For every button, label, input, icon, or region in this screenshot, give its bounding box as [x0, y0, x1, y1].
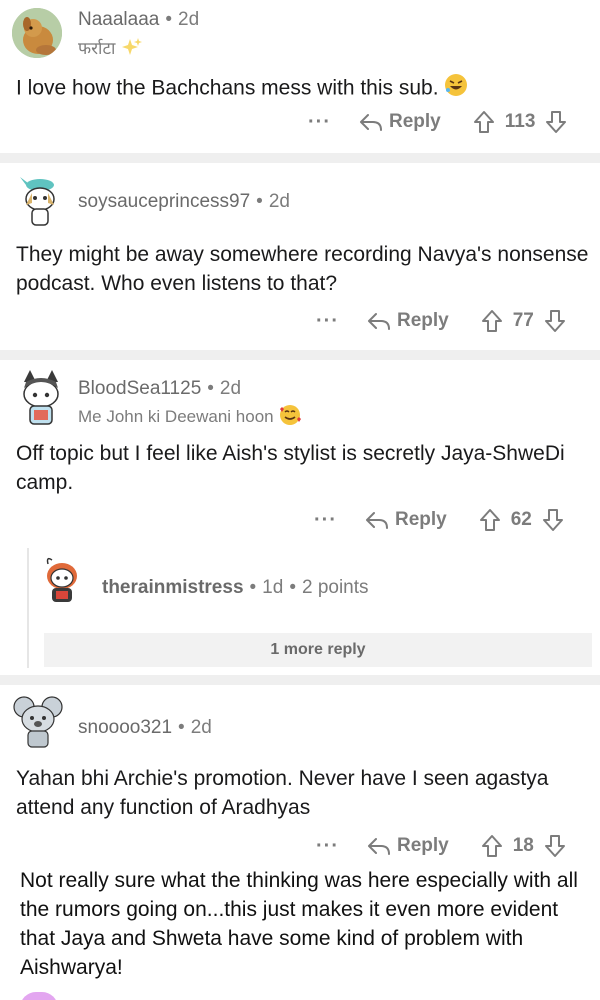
avatar[interactable] [38, 554, 86, 606]
reply-label: Reply [394, 509, 447, 530]
more-options-button[interactable]: ··· [316, 836, 339, 856]
upvote-icon[interactable] [479, 508, 501, 532]
more-replies-button[interactable]: 1 more reply [44, 633, 592, 667]
comment-body: They might be away somewhere recording N… [16, 240, 591, 298]
user-flair: Me John ki Deewani hoon [78, 403, 302, 432]
upvote-icon[interactable] [481, 834, 503, 858]
reply-button[interactable]: Reply [359, 111, 441, 133]
downvote-icon[interactable] [542, 508, 564, 532]
comment-meta: soysauceprincess97 • 2d [78, 191, 290, 213]
vote-count: 77 [512, 310, 534, 331]
vote-controls: 113 [473, 110, 568, 134]
more-options-button[interactable]: ··· [314, 510, 337, 530]
more-replies-label: 1 more reply [270, 641, 366, 658]
username[interactable]: Naaalaaa [78, 9, 159, 30]
rofl-emoji-icon [444, 73, 468, 105]
dot-separator: • [249, 577, 257, 598]
dot-separator: • [256, 191, 263, 212]
dot-separator: • [207, 378, 214, 399]
reply-label: Reply [396, 835, 449, 856]
vote-controls: 18 [481, 834, 566, 858]
comment-meta: snoooo321 • 2d [78, 717, 212, 739]
snoo-avatar-icon [20, 177, 55, 226]
comment-age: 1d [262, 577, 284, 598]
dot-separator: • [178, 717, 185, 738]
upvote-icon[interactable] [481, 309, 503, 333]
comment-text: I love how the Bachchans mess with this … [16, 76, 439, 100]
comment-body: Yahan bhi Archie's promotion. Never have… [16, 764, 591, 822]
username[interactable]: BloodSea1125 [78, 378, 201, 399]
comment-age: 2d [268, 191, 290, 212]
reply-label: Reply [388, 111, 441, 132]
comment-text: They might be away somewhere recording N… [16, 243, 589, 295]
reply-meta: therainmistress • 1d • 2 points [102, 577, 369, 599]
more-options-button[interactable]: ··· [308, 112, 331, 132]
comment-separator [0, 675, 600, 685]
flair-text: फर्राटा [78, 39, 116, 58]
comment-separator [0, 350, 600, 360]
user-flair: फर्राटा [78, 36, 143, 62]
smiling-hearts-emoji-icon [278, 403, 302, 432]
vote-count: 113 [504, 111, 536, 132]
thread-line[interactable] [27, 548, 29, 668]
reply-icon [367, 313, 390, 330]
comment-points: 2 points [301, 577, 369, 598]
reply-icon [365, 512, 388, 529]
comment-3: BloodSea1125 • 2d Me John ki Deewani hoon … [0, 360, 600, 675]
dot-separator: • [165, 9, 172, 30]
avatar[interactable] [12, 8, 62, 58]
reply-button[interactable]: Reply [367, 310, 449, 332]
caption: Not really sure what the thinking was he… [20, 866, 590, 982]
snoo-avatar-icon [13, 696, 63, 748]
downvote-icon[interactable] [544, 834, 566, 858]
dog-avatar-icon [12, 8, 62, 58]
comment-5: snoooo321 • 2d Yahan bhi Archie's promotio… [0, 685, 600, 865]
comment-separator [0, 153, 600, 163]
reply-button[interactable]: Reply [367, 835, 449, 857]
comment-text: Off topic but I feel like Aish's stylist… [16, 442, 565, 494]
dot-separator: • [289, 577, 296, 598]
comment-age: 2d [178, 9, 200, 30]
reply-icon [359, 114, 382, 131]
comment-actions: ··· Reply 77 [316, 306, 566, 336]
snoo-avatar-icon [23, 370, 59, 425]
comment-meta: Naaalaaa • 2d [78, 9, 199, 31]
username[interactable]: snoooo321 [78, 717, 172, 738]
downvote-icon[interactable] [545, 110, 567, 134]
vote-controls: 77 [481, 309, 566, 333]
comment-actions: ··· Reply 18 [316, 831, 566, 861]
comment-body: I love how the Bachchans mess with this … [16, 73, 591, 105]
snoo-avatar-icon [46, 557, 77, 602]
comment-age: 2d [190, 717, 212, 738]
avatar[interactable] [12, 368, 70, 426]
reply-icon [367, 838, 390, 855]
comment-actions: ··· Reply 113 [308, 107, 567, 137]
avatar[interactable] [10, 691, 66, 749]
reply-button[interactable]: Reply [365, 509, 447, 531]
sparkles-icon [120, 37, 143, 62]
comment-text: Yahan bhi Archie's promotion. Never have… [16, 767, 549, 819]
comment-2: soysauceprincess97 • 2d They might be away… [0, 163, 600, 348]
comment-actions: ··· Reply 62 [314, 505, 564, 535]
comment-body: Off topic but I feel like Aish's stylist… [16, 439, 591, 497]
avatar[interactable] [12, 171, 68, 229]
upvote-icon[interactable] [473, 110, 495, 134]
username[interactable]: therainmistress [102, 577, 244, 598]
caption-text: Not really sure what the thinking was he… [20, 869, 578, 979]
username[interactable]: soysauceprincess97 [78, 191, 250, 212]
downvote-icon[interactable] [544, 309, 566, 333]
vote-controls: 62 [479, 508, 564, 532]
comment-age: 2d [219, 378, 242, 399]
vote-count: 62 [510, 509, 532, 530]
comment-meta: BloodSea1125 • 2d [78, 378, 241, 400]
flair-text: Me John ki Deewani hoon [78, 406, 274, 426]
avatar[interactable] [20, 992, 58, 1000]
vote-count: 18 [512, 835, 534, 856]
reply-label: Reply [396, 310, 449, 331]
more-options-button[interactable]: ··· [316, 311, 339, 331]
comment-1: Naaalaaa • 2d फर्राटा I love how the Bachc… [0, 0, 600, 155]
